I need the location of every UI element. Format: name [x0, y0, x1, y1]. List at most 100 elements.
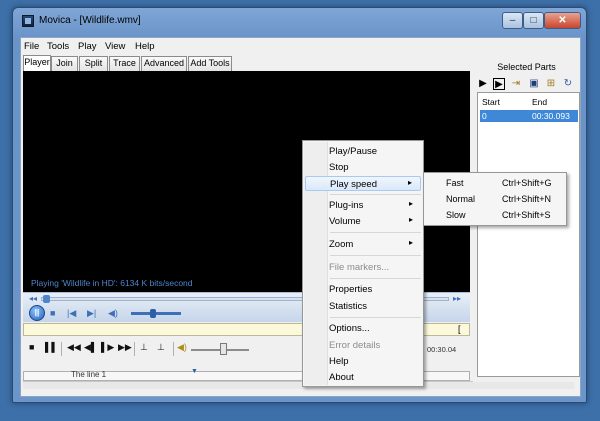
previous-icon[interactable]: |◀ [67, 308, 76, 319]
menu-item-label: Stop [329, 162, 349, 173]
menu-separator [330, 255, 421, 256]
table-row[interactable]: 0 00:30.093 [480, 110, 578, 122]
transport-volume-thumb[interactable] [220, 343, 227, 355]
menu-item-properties[interactable]: Properties [305, 282, 421, 297]
playback-status: Playing 'Wildlife in HD': 6134 K bits/se… [31, 278, 193, 288]
menu-item-about[interactable]: About [305, 370, 421, 385]
menu-separator [330, 278, 421, 279]
menu-tools[interactable]: Tools [47, 41, 69, 52]
submenu-arrow-icon: ▸ [408, 199, 413, 208]
transport-volume-icon[interactable]: ◀) [177, 342, 187, 353]
seek-thumb[interactable] [43, 295, 50, 303]
minimize-button[interactable]: – [502, 12, 523, 29]
row-end: 00:30.093 [532, 111, 570, 121]
menu-item-label: Error details [329, 340, 381, 351]
context-menu: Play/Pause Stop Play speed ▸ Plug-ins ▸ Vo… [302, 140, 424, 387]
menu-view[interactable]: View [105, 41, 125, 52]
selected-parts-title: Selected Parts [497, 62, 556, 72]
volume-icon[interactable]: ◀) [108, 308, 118, 319]
save-icon[interactable]: ▣ [528, 78, 540, 90]
title-bar: Movica - [Wildlife.wmv] – □ ✕ [13, 8, 586, 35]
menu-help[interactable]: Help [135, 41, 155, 52]
menu-item-label: Help [329, 356, 349, 367]
rewind-icon[interactable]: ◀◀ [67, 342, 81, 353]
speed-shortcut: Ctrl+Shift+S [502, 210, 551, 220]
speed-label: Normal [446, 194, 476, 204]
menu-item-label: Statistics [329, 301, 368, 312]
volume-slider[interactable] [131, 312, 181, 315]
mark-out-icon[interactable]: ⊥ [157, 342, 165, 353]
seek-end-icon[interactable]: ▸▸ [453, 294, 461, 303]
tab-advanced[interactable]: Advanced [141, 56, 187, 71]
menu-item-label: Plug-ins [329, 200, 364, 211]
menu-item-plug-ins[interactable]: Plug-ins ▸ [305, 198, 421, 213]
tab-split[interactable]: Split [79, 56, 108, 71]
menu-item-play-speed[interactable]: Play speed ▸ [305, 176, 421, 191]
submenu-arrow-icon: ▸ [408, 215, 413, 224]
menu-file[interactable]: File [24, 41, 39, 52]
close-button[interactable]: ✕ [544, 12, 581, 29]
parts-list[interactable]: Start End 0 00:30.093 [477, 92, 580, 377]
speed-label: Fast [446, 178, 464, 188]
fast-forward-icon[interactable]: ▶▶ [118, 342, 132, 353]
volume-thumb[interactable] [150, 309, 156, 318]
menu-item-error-details: Error details [305, 338, 421, 353]
menu-item-file-markers: File markers... [305, 260, 421, 275]
menu-item-label: Options... [329, 323, 370, 334]
speed-shortcut: Ctrl+Shift+N [502, 194, 552, 204]
next-icon[interactable]: ▶| [87, 308, 96, 319]
submenu-arrow-icon: ▸ [408, 238, 413, 247]
separator [134, 342, 135, 356]
maximize-button[interactable]: □ [523, 12, 544, 29]
speed-slow[interactable]: Slow Ctrl+Shift+S [426, 208, 564, 223]
separator [61, 342, 62, 356]
menu-item-label: File markers... [329, 262, 390, 273]
speed-normal[interactable]: Normal Ctrl+Shift+N [426, 192, 564, 207]
speed-fast[interactable]: Fast Ctrl+Shift+G [426, 176, 564, 191]
tab-add-tools[interactable]: Add Tools [188, 56, 232, 71]
refresh-icon[interactable]: ↻ [562, 78, 574, 90]
tab-join[interactable]: Join [51, 56, 78, 71]
transport-stop-icon[interactable]: ■ [29, 342, 34, 352]
menu-item-zoom[interactable]: Zoom ▸ [305, 237, 421, 252]
menu-item-label: Zoom [329, 239, 354, 250]
menu-item-label: About [329, 372, 354, 383]
menu-item-statistics[interactable]: Statistics [305, 299, 421, 314]
menu-separator [330, 317, 421, 318]
play-speed-submenu: Fast Ctrl+Shift+G Normal Ctrl+Shift+N Sl… [423, 172, 567, 226]
play-icon[interactable]: ▶ [477, 78, 489, 90]
play-from-icon[interactable]: ▶ [493, 78, 505, 90]
export-icon[interactable]: ⇥ [510, 78, 522, 90]
menu-item-label: Play/Pause [329, 146, 378, 157]
frame-back-icon[interactable]: ◀▌ [84, 342, 97, 353]
frame-forward-icon[interactable]: ▌▶ [101, 342, 114, 353]
tab-trace[interactable]: Trace [109, 56, 140, 71]
row-start: 0 [482, 111, 487, 121]
speed-shortcut: Ctrl+Shift+G [502, 178, 552, 188]
menu-item-options[interactable]: Options... [305, 321, 421, 336]
open-icon[interactable]: ⊞ [545, 78, 557, 90]
menu-item-stop[interactable]: Stop [305, 160, 421, 175]
seek-start-icon[interactable]: ◂◂ [29, 294, 37, 303]
timeline-marker-icon[interactable]: ▼ [191, 368, 198, 375]
speed-label: Slow [446, 210, 466, 220]
info-bracket: [ [458, 324, 461, 334]
menu-item-volume[interactable]: Volume ▸ [305, 214, 421, 229]
menu-play[interactable]: Play [78, 41, 96, 52]
mark-in-icon[interactable]: ⊥ [140, 342, 148, 353]
column-end[interactable]: End [532, 97, 547, 107]
submenu-arrow-icon: ▸ [407, 178, 412, 187]
menu-separator [330, 232, 421, 233]
menu-item-label: Volume [329, 216, 361, 227]
tab-player[interactable]: Player [23, 55, 51, 72]
menu-item-label: Play speed [330, 179, 378, 190]
stop-icon[interactable]: ■ [50, 308, 55, 318]
pause-icon[interactable]: || [29, 305, 45, 321]
menu-item-help[interactable]: Help [305, 354, 421, 369]
horizontal-scrollbar[interactable] [23, 381, 574, 389]
separator [173, 342, 174, 356]
timeline-label: The line 1 [71, 370, 107, 379]
menu-item-play-pause[interactable]: Play/Pause [305, 144, 421, 159]
column-start[interactable]: Start [482, 97, 500, 107]
transport-pause-icon[interactable]: ▌▌ [45, 342, 58, 352]
